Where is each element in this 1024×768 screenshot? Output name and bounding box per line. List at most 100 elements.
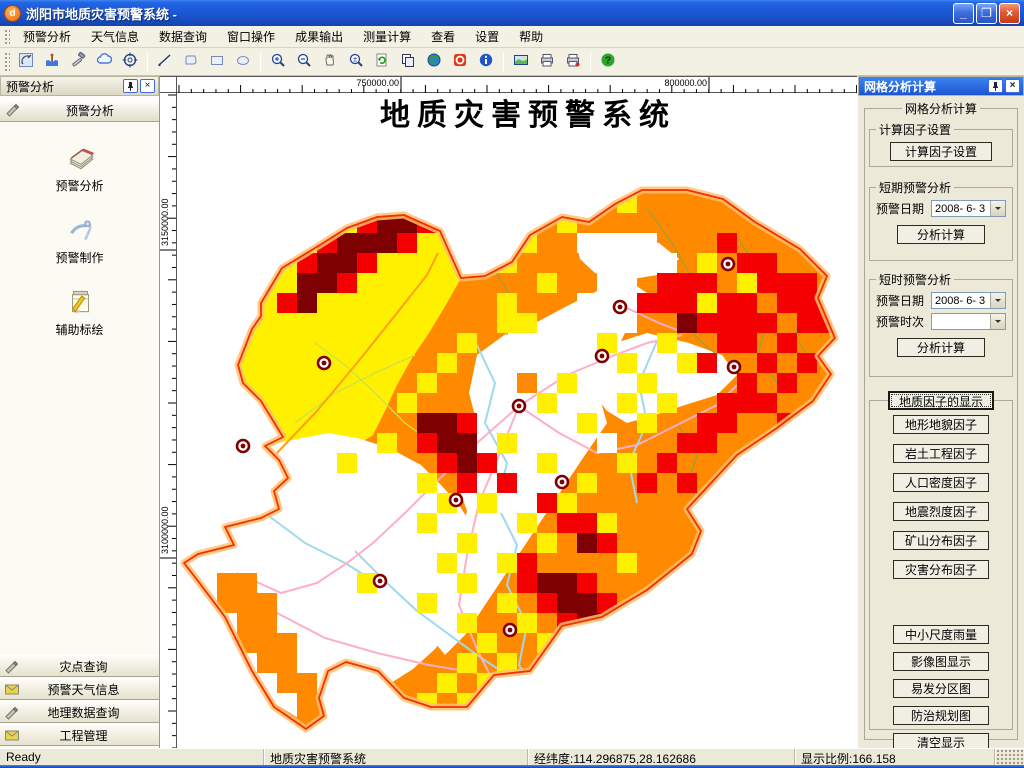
- factor-button-6[interactable]: 灾害分布因子: [893, 560, 989, 579]
- menu-item-6[interactable]: 测量计算: [353, 25, 421, 48]
- pin-icon[interactable]: [123, 79, 138, 93]
- bottom-bar-project-manage[interactable]: 工程管理: [0, 724, 159, 746]
- restore-button[interactable]: ❐: [976, 2, 997, 24]
- toolbar-target-locate-button[interactable]: [118, 50, 142, 74]
- short-term-date-combo[interactable]: 2008- 6- 3: [931, 200, 1006, 217]
- toolbar-cloud-weather-button[interactable]: [92, 50, 116, 74]
- town-marker[interactable]: [502, 622, 518, 638]
- toolbar-draw-ellipse-button[interactable]: [231, 50, 255, 74]
- zoom-in-icon: [270, 52, 286, 71]
- nav-item-warning-analysis[interactable]: 预警分析: [0, 140, 159, 194]
- factor-button-4[interactable]: 地震烈度因子: [893, 502, 989, 521]
- short-term-run-button[interactable]: 分析计算: [897, 225, 985, 244]
- right-panel-close-icon[interactable]: ×: [1005, 79, 1020, 93]
- toolbar-zoom-in-button[interactable]: [266, 50, 290, 74]
- analysis-book-icon: [63, 140, 97, 174]
- menu-item-8[interactable]: 设置: [465, 25, 509, 48]
- left-group-title: 预警分析: [65, 103, 114, 118]
- town-marker[interactable]: [726, 359, 742, 375]
- layer-button-2[interactable]: 影像图显示: [893, 652, 989, 671]
- chevron-down-icon[interactable]: [990, 314, 1005, 329]
- seal-icon: [5, 101, 21, 120]
- factor-buttons-group: 地形地貌因子 岩土工程因子 人口密度因子 地震烈度因子 矿山分布因子 灾害分布因子 中小尺…: [869, 400, 1013, 752]
- toolbar-draw-rectangle-button[interactable]: [205, 50, 229, 74]
- menu-item-2[interactable]: 天气信息: [81, 25, 149, 48]
- geo-factor-display-button[interactable]: 地质因子的显示: [888, 391, 994, 410]
- toolbar-print-setup-button[interactable]: [561, 50, 585, 74]
- toolbar-pan-hand-button[interactable]: [318, 50, 342, 74]
- menu-item-5[interactable]: 成果输出: [285, 25, 353, 48]
- svg-text:3150000.00: 3150000.00: [160, 198, 170, 246]
- menu-item-4[interactable]: 窗口操作: [217, 25, 285, 48]
- toolbar-refresh-view-button[interactable]: [370, 50, 394, 74]
- bottom-bar-geo-data-query[interactable]: 地理数据查询: [0, 701, 159, 723]
- chevron-down-icon[interactable]: [990, 293, 1005, 308]
- menu-item-7[interactable]: 查看: [421, 25, 465, 48]
- toolbar-draw-polygon-button[interactable]: [179, 50, 203, 74]
- factor-setting-button[interactable]: 计算因子设置: [890, 142, 992, 161]
- draw-rectangle-icon: [209, 52, 225, 71]
- left-panel-close-icon[interactable]: ×: [140, 79, 155, 93]
- town-marker[interactable]: [594, 348, 610, 364]
- chevron-down-icon[interactable]: [990, 201, 1005, 216]
- layer-button-3[interactable]: 易发分区图: [893, 679, 989, 698]
- toolbar-separator: [147, 51, 148, 72]
- close-button[interactable]: ×: [999, 2, 1020, 24]
- town-marker[interactable]: [612, 299, 628, 315]
- map-canvas[interactable]: 地质灾害预警系统: [177, 93, 857, 748]
- town-marker[interactable]: [720, 256, 736, 272]
- nav-item-aux-draw[interactable]: 辅助标绘: [0, 284, 159, 338]
- toolbar-zoom-scale-button[interactable]: ±: [344, 50, 368, 74]
- toolbar-identify-info-button[interactable]: [474, 50, 498, 74]
- factor-button-3[interactable]: 人口密度因子: [893, 473, 989, 492]
- bottom-bar-disaster-query[interactable]: 灾点查询: [0, 655, 159, 677]
- town-marker[interactable]: [448, 492, 464, 508]
- layer-button-1[interactable]: 中小尺度雨量: [893, 625, 989, 644]
- short-term-date-label: 预警日期: [876, 202, 925, 216]
- svg-text:?: ?: [605, 56, 611, 67]
- short-time-run-button[interactable]: 分析计算: [897, 338, 985, 357]
- mail-icon: [4, 727, 22, 743]
- toolbar-zoom-out-button[interactable]: [292, 50, 316, 74]
- toolbar-separator: [503, 51, 504, 72]
- toolbar-copy-layers-button[interactable]: [396, 50, 420, 74]
- town-marker[interactable]: [235, 438, 251, 454]
- toolbar-stop-record-button[interactable]: [448, 50, 472, 74]
- toolbar-print-button[interactable]: [535, 50, 559, 74]
- bottom-bar-weather-info[interactable]: 预警天气信息: [0, 678, 159, 700]
- short-time-time-combo[interactable]: [931, 313, 1006, 330]
- factor-button-2[interactable]: 岩土工程因子: [893, 444, 989, 463]
- resize-grip[interactable]: [995, 749, 1024, 765]
- zoom-scale-icon: ±: [348, 52, 364, 71]
- minimize-button[interactable]: _: [953, 2, 974, 24]
- toolbar-help-button[interactable]: ?: [596, 50, 620, 74]
- menu-grip[interactable]: [3, 28, 10, 45]
- town-marker[interactable]: [316, 355, 332, 371]
- seal-icon: [4, 704, 22, 720]
- pin-icon[interactable]: [988, 79, 1003, 93]
- layer-button-4[interactable]: 防治规划图: [893, 706, 989, 725]
- toolbar-flood-monitor-button[interactable]: [40, 50, 64, 74]
- factor-button-1[interactable]: 地形地貌因子: [893, 415, 989, 434]
- left-group-header[interactable]: 预警分析: [0, 98, 159, 122]
- menu-item-9[interactable]: 帮助: [509, 25, 553, 48]
- factor-button-5[interactable]: 矿山分布因子: [893, 531, 989, 550]
- town-marker[interactable]: [554, 474, 570, 490]
- menu-item-1[interactable]: 预警分析: [13, 25, 81, 48]
- factor-setting-legend: 计算因子设置: [879, 123, 952, 137]
- short-time-date-combo[interactable]: 2008- 6- 3: [931, 292, 1006, 309]
- town-marker[interactable]: [372, 573, 388, 589]
- toolbar-globe-internet-button[interactable]: [422, 50, 446, 74]
- toolbar-satellite-dish-button[interactable]: [14, 50, 38, 74]
- menu-item-3[interactable]: 数据查询: [149, 25, 217, 48]
- town-marker[interactable]: [511, 398, 527, 414]
- toolbar-map-image-button[interactable]: [509, 50, 533, 74]
- bottom-bar-label: 预警天气信息: [47, 682, 120, 697]
- toolbar-separator: [590, 51, 591, 72]
- nav-item-warning-make[interactable]: 预警制作: [0, 212, 159, 266]
- toolbar-geology-hammer-button[interactable]: [66, 50, 90, 74]
- toolbar-grip[interactable]: [3, 50, 10, 73]
- short-time-date-label: 预警日期: [876, 294, 925, 308]
- toolbar-draw-line-button[interactable]: [153, 50, 177, 74]
- aux-draw-icon: [63, 284, 97, 318]
